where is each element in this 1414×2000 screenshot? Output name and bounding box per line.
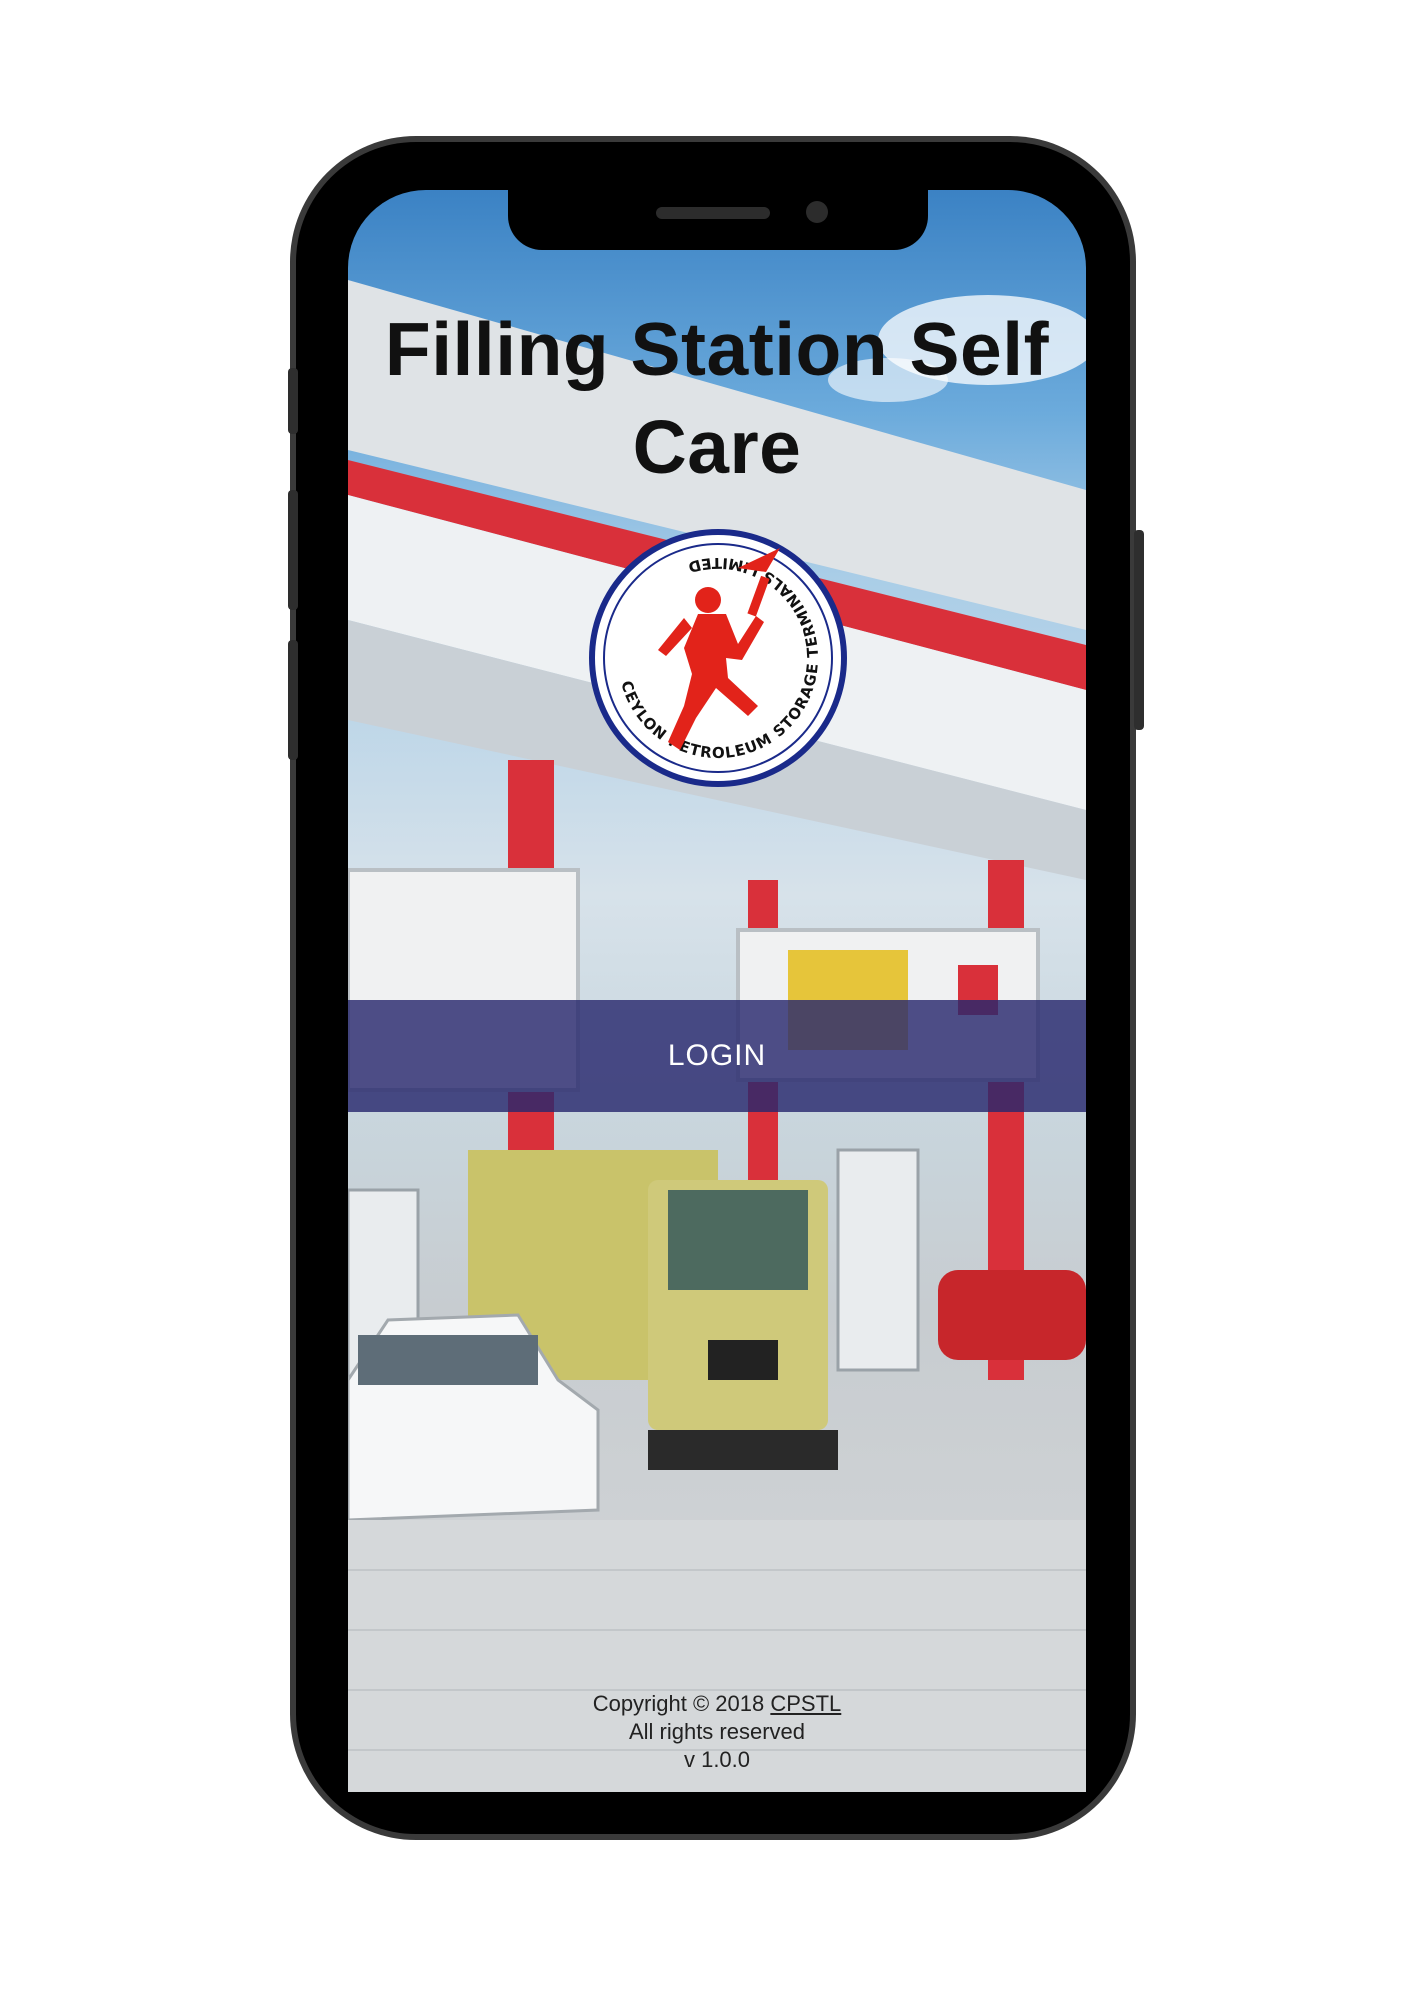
rights-text: All rights reserved bbox=[628, 1719, 806, 1744]
footer: Copyright © 2018 CPSTL All rights reserv… bbox=[348, 1690, 1086, 1774]
copyright-text: Copyright © 2018 bbox=[592, 1691, 765, 1716]
phone-notch bbox=[508, 190, 928, 250]
app-title: Filling Station Self Care bbox=[384, 307, 1050, 489]
copyright-line: Copyright © 2018 CPSTL bbox=[348, 1690, 1086, 1718]
version-text: v 1.0.0 bbox=[683, 1747, 751, 1772]
cpstl-link[interactable]: CPSTL bbox=[770, 1691, 841, 1716]
volume-down-button bbox=[288, 640, 298, 760]
login-button[interactable]: LOGIN bbox=[348, 1000, 1086, 1112]
mute-switch bbox=[288, 368, 298, 434]
speaker-grille bbox=[656, 207, 770, 219]
power-button bbox=[1134, 530, 1144, 730]
volume-up-button bbox=[288, 490, 298, 610]
cpstl-logo: CEYLON PETROLEUM STORAGE TERMINALS LIMIT… bbox=[589, 529, 847, 787]
front-camera bbox=[806, 201, 828, 223]
